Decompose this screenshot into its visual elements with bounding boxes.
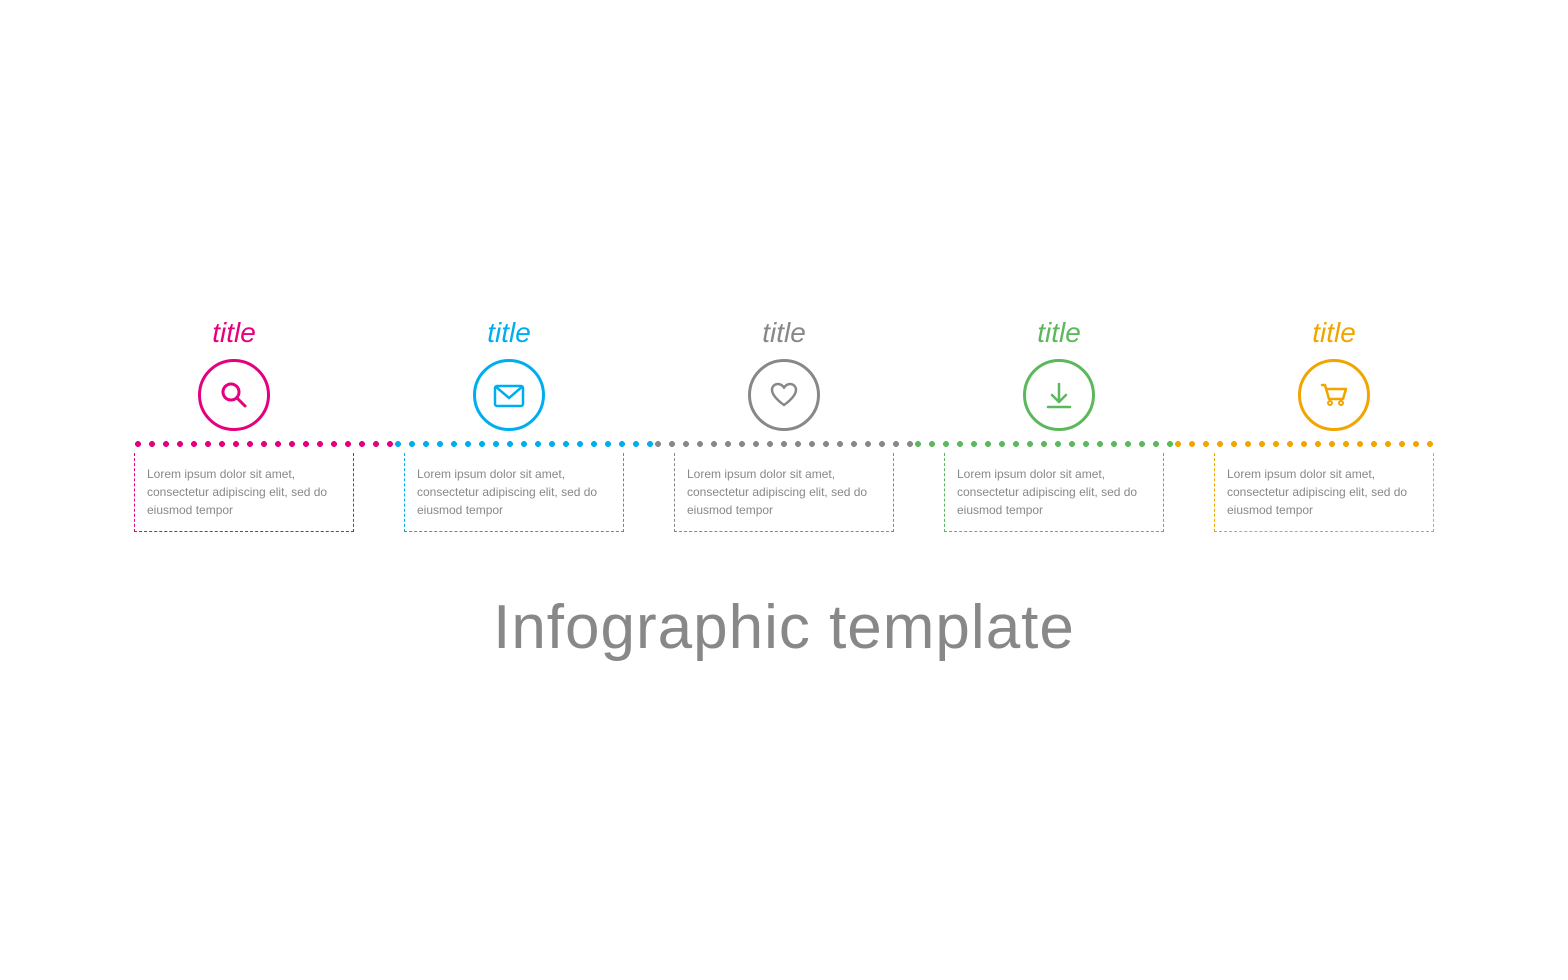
step-4-top: title xyxy=(959,317,1159,431)
dot-segment-5 xyxy=(1174,440,1434,448)
step-5-title: title xyxy=(1312,317,1356,349)
step-3-desc: Lorem ipsum dolor sit amet, consectetur … xyxy=(687,465,881,519)
step-4-desc-box: Lorem ipsum dolor sit amet, consectetur … xyxy=(944,453,1164,532)
dot-segment-3 xyxy=(654,440,914,448)
step-5-desc: Lorem ipsum dolor sit amet, consectetur … xyxy=(1227,465,1421,519)
dot-segment-4 xyxy=(914,440,1174,448)
step-5-icon-circle xyxy=(1298,359,1370,431)
step-1-desc-box: Lorem ipsum dolor sit amet, consectetur … xyxy=(134,453,354,532)
cart-icon xyxy=(1316,377,1352,413)
dot-segment-1 xyxy=(134,440,394,448)
step-2-top: title xyxy=(409,317,609,431)
step-2-desc-box: Lorem ipsum dolor sit amet, consectetur … xyxy=(404,453,624,532)
steps-bottom: Lorem ipsum dolor sit amet, consectetur … xyxy=(134,453,1434,532)
step-3-top: title xyxy=(684,317,884,431)
step-2-desc: Lorem ipsum dolor sit amet, consectetur … xyxy=(417,465,611,519)
step-4-desc: Lorem ipsum dolor sit amet, consectetur … xyxy=(957,465,1151,519)
steps-top: title title xyxy=(134,317,1434,431)
heart-icon xyxy=(766,377,802,413)
step-3-desc-box: Lorem ipsum dolor sit amet, consectetur … xyxy=(674,453,894,532)
step-4-title: title xyxy=(1037,317,1081,349)
step-3-icon-circle xyxy=(748,359,820,431)
step-1-top: title xyxy=(134,317,334,431)
timeline-row: title title xyxy=(134,317,1434,532)
step-1-icon-circle xyxy=(198,359,270,431)
dotted-line-row xyxy=(134,439,1434,449)
download-icon xyxy=(1041,377,1077,413)
infographic-container: title title xyxy=(134,317,1434,663)
step-3-title: title xyxy=(762,317,806,349)
step-5-top: title xyxy=(1234,317,1434,431)
step-2-icon-circle xyxy=(473,359,545,431)
step-5-desc-box: Lorem ipsum dolor sit amet, consectetur … xyxy=(1214,453,1434,532)
email-icon xyxy=(491,377,527,413)
page-wrapper: title title xyxy=(0,0,1568,980)
step-4-icon-circle xyxy=(1023,359,1095,431)
step-2-title: title xyxy=(487,317,531,349)
step-1-title: title xyxy=(212,317,256,349)
step-1-desc: Lorem ipsum dolor sit amet, consectetur … xyxy=(147,465,341,519)
dot-segment-2 xyxy=(394,440,654,448)
main-title: Infographic template xyxy=(493,592,1075,663)
search-icon xyxy=(216,377,252,413)
